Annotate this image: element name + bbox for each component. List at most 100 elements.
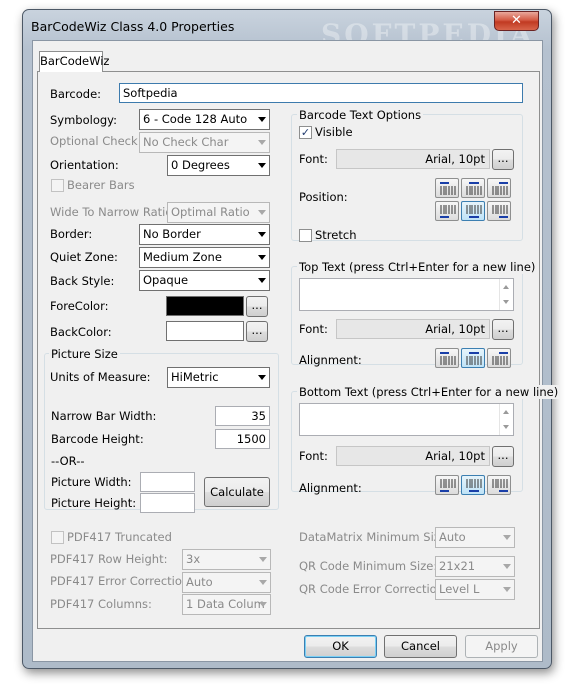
quiet-zone-value: Medium Zone xyxy=(143,250,222,264)
back-color-swatch[interactable] xyxy=(166,321,244,341)
position-bottom-left-button[interactable] xyxy=(435,201,459,221)
properties-window: SOFTPEDIA SOFTPEDIA BarCodeWiz Class 4.0… xyxy=(22,9,561,669)
pdf417-row-height-select[interactable]: 3x xyxy=(182,549,271,570)
optional-check-select[interactable]: No Check Char xyxy=(139,132,270,153)
units-select[interactable]: HiMetric xyxy=(167,367,270,388)
barcode-font-label: Font: xyxy=(299,152,328,166)
qr-error-correction-select[interactable]: Level L xyxy=(435,579,515,600)
align-bottom-left-icon xyxy=(440,205,456,218)
bottom-text-title: Bottom Text (press Ctrl+Enter for a new … xyxy=(297,385,561,399)
border-select[interactable]: No Border xyxy=(139,224,270,245)
pdf417-truncated-checkbox[interactable] xyxy=(51,531,64,544)
chevron-down-icon xyxy=(503,587,511,592)
top-text-align-left-button[interactable] xyxy=(435,348,459,368)
align-center-icon xyxy=(466,479,482,492)
bottom-text-align-right-button[interactable] xyxy=(487,475,511,495)
window-title: BarCodeWiz Class 4.0 Properties xyxy=(31,19,235,34)
or-label: --OR-- xyxy=(51,454,85,468)
position-bottom-center-button[interactable] xyxy=(461,201,485,221)
orientation-label: Orientation: xyxy=(50,158,119,172)
picture-height-label: Picture Height: xyxy=(51,496,137,510)
back-color-label: BackColor: xyxy=(50,325,112,339)
top-text-input[interactable] xyxy=(299,278,514,311)
bottom-text-scrollbar[interactable] xyxy=(499,404,513,435)
wide-narrow-label: Wide To Narrow Ratio: xyxy=(50,205,177,219)
top-text-align-center-button[interactable] xyxy=(461,348,485,368)
picture-height-input[interactable] xyxy=(140,493,195,513)
align-top-left-icon xyxy=(440,182,456,195)
cancel-button[interactable]: Cancel xyxy=(384,635,457,658)
close-button[interactable]: ✕ xyxy=(494,11,539,31)
align-right-icon xyxy=(492,479,508,492)
chevron-down-icon xyxy=(259,602,267,607)
visible-checkbox[interactable]: ✓ xyxy=(299,126,312,139)
chevron-down-icon xyxy=(258,117,266,122)
position-top-right-button[interactable] xyxy=(487,178,511,198)
top-text-scrollbar[interactable] xyxy=(499,279,513,310)
bearer-bars-checkbox[interactable] xyxy=(51,179,64,192)
calculate-button[interactable]: Calculate xyxy=(204,477,270,507)
chevron-down-icon xyxy=(258,255,266,260)
back-style-value: Opaque xyxy=(143,273,189,287)
barcode-font-browse-button[interactable]: ... xyxy=(492,149,514,170)
position-top-center-button[interactable] xyxy=(461,178,485,198)
scroll-up-icon xyxy=(503,285,509,289)
back-color-browse-button[interactable]: ... xyxy=(246,321,268,342)
chevron-down-icon xyxy=(258,375,266,380)
pdf417-error-correction-label: PDF417 Error Correction: xyxy=(50,574,194,588)
barcode-height-input[interactable]: 1500 xyxy=(215,429,270,449)
scroll-up-icon xyxy=(503,410,509,414)
position-top-left-button[interactable] xyxy=(435,178,459,198)
back-style-select[interactable]: Opaque xyxy=(139,270,270,291)
wide-narrow-value: Optimal Ratio xyxy=(171,205,250,219)
qr-error-correction-label: QR Code Error Correction: xyxy=(299,582,448,596)
top-text-font-label: Font: xyxy=(299,322,328,336)
qr-min-size-select[interactable]: 21x21 xyxy=(435,556,515,577)
fore-color-label: ForeColor: xyxy=(50,299,109,313)
checkmark-icon: ✓ xyxy=(300,126,311,139)
position-bottom-right-button[interactable] xyxy=(487,201,511,221)
top-text-title: Top Text (press Ctrl+Enter for a new lin… xyxy=(297,260,538,274)
top-text-align-right-button[interactable] xyxy=(487,348,511,368)
chevron-down-icon xyxy=(259,557,267,562)
bottom-text-font-browse-button[interactable]: ... xyxy=(492,446,514,467)
chevron-down-icon xyxy=(503,535,511,540)
tab-barcodewiz[interactable]: BarCodeWiz xyxy=(39,51,109,72)
apply-button[interactable]: Apply xyxy=(465,635,538,658)
top-text-font-browse-button[interactable]: ... xyxy=(492,319,514,340)
border-label: Border: xyxy=(50,227,93,241)
bottom-text-alignment-label: Alignment: xyxy=(299,481,362,495)
stretch-checkbox[interactable] xyxy=(299,229,312,242)
fore-color-browse-button[interactable]: ... xyxy=(246,296,268,317)
narrow-bar-input[interactable]: 35 xyxy=(215,406,270,426)
quiet-zone-select[interactable]: Medium Zone xyxy=(139,247,270,268)
symbology-select[interactable]: 6 - Code 128 Auto xyxy=(139,109,270,130)
align-left-icon xyxy=(440,479,456,492)
scroll-down-icon xyxy=(503,300,509,304)
units-value: HiMetric xyxy=(171,370,219,384)
pdf417-error-correction-select[interactable]: Auto xyxy=(182,572,271,593)
barcode-input[interactable]: Softpedia xyxy=(119,83,523,103)
bearer-bars-label: Bearer Bars xyxy=(67,178,135,192)
picture-width-input[interactable] xyxy=(140,472,195,492)
barcode-label: Barcode: xyxy=(50,87,102,101)
orientation-select[interactable]: 0 Degrees xyxy=(167,155,270,176)
align-top-center-icon xyxy=(466,182,482,195)
align-top-right-icon xyxy=(492,182,508,195)
quiet-zone-label: Quiet Zone: xyxy=(50,250,118,264)
pdf417-columns-value: 1 Data Colum xyxy=(186,597,265,611)
align-right-icon xyxy=(492,352,508,365)
fore-color-swatch[interactable] xyxy=(166,296,244,316)
symbology-label: Symbology: xyxy=(50,113,118,127)
ok-button[interactable]: OK xyxy=(304,635,377,658)
wide-narrow-select[interactable]: Optimal Ratio xyxy=(167,202,270,223)
bottom-text-align-left-button[interactable] xyxy=(435,475,459,495)
pdf417-columns-select[interactable]: 1 Data Colum xyxy=(182,594,271,615)
bottom-text-input[interactable] xyxy=(299,403,514,436)
qr-error-correction-value: Level L xyxy=(439,582,480,596)
close-icon: ✕ xyxy=(511,13,522,28)
barcode-text-options-title: Barcode Text Options xyxy=(297,108,424,122)
bottom-text-align-center-button[interactable] xyxy=(461,475,485,495)
datamatrix-min-size-select[interactable]: Auto xyxy=(435,527,515,548)
datamatrix-min-size-value: Auto xyxy=(439,530,466,544)
